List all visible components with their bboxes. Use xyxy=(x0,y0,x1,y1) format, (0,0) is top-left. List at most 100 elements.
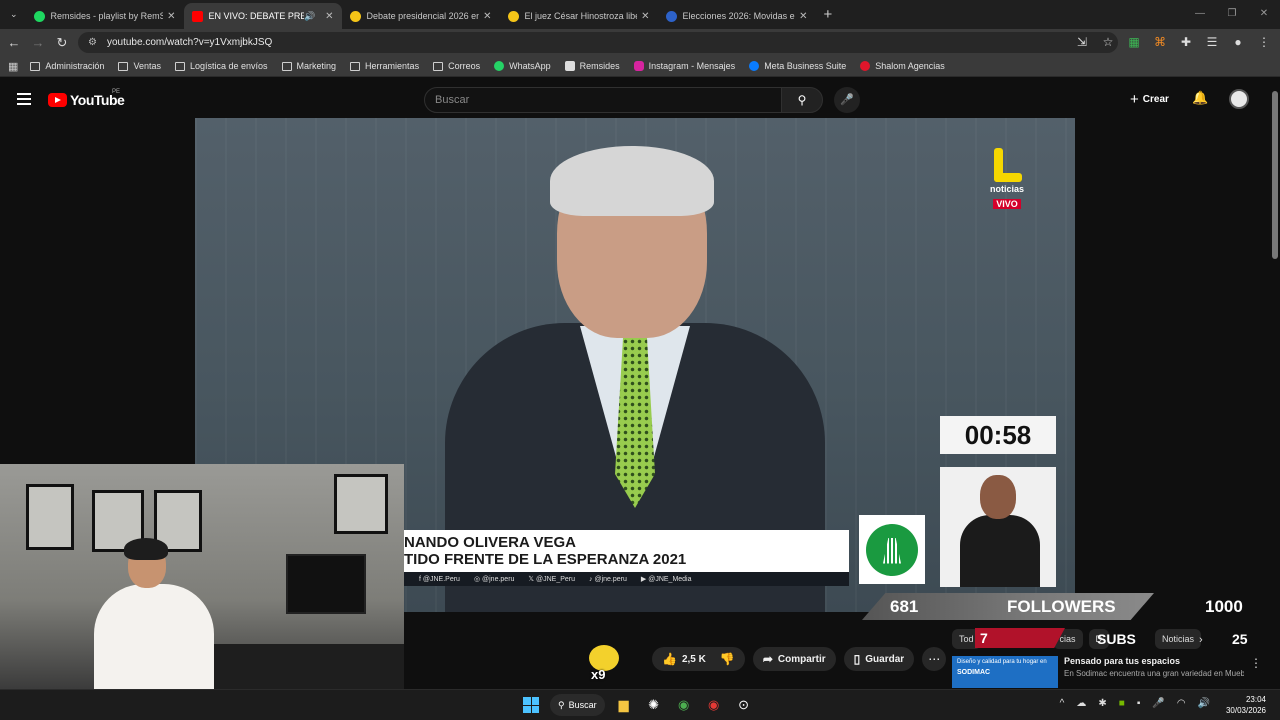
extension-icons: ⇲ ☆ ▦ ⌘ ✚ ☰ ● ⋮ xyxy=(1074,34,1272,50)
windows-taskbar: ⚲ Buscar ▆ ✺ ◉ ◉ ⊙ ^ ☁ ✱ ■ ▪ 🎤 ◠ 🔊 23:04 … xyxy=(0,689,1280,720)
install-app-icon[interactable]: ⇲ xyxy=(1074,34,1090,50)
microphone-icon[interactable]: 🎤 xyxy=(1152,698,1164,709)
chevron-right-icon[interactable]: › xyxy=(1199,634,1203,646)
close-tab-icon[interactable]: ✕ xyxy=(483,11,491,22)
bookmark-folder[interactable]: Correos xyxy=(433,61,480,71)
speaker-icon[interactable]: 🔊 xyxy=(304,11,315,22)
tab-elecciones[interactable]: Elecciones 2026: Movidas en la ✕ xyxy=(658,3,816,29)
tab-list-chevron-icon[interactable]: ⌄ xyxy=(10,9,18,20)
voice-search-button[interactable]: 🎤 xyxy=(834,87,860,113)
bookmark-star-icon[interactable]: ☆ xyxy=(1100,34,1116,50)
kebab-menu-icon[interactable]: ⋮ xyxy=(1256,34,1272,50)
volume-icon[interactable]: 🔊 xyxy=(1198,698,1210,709)
youtube-logo[interactable]: YouTube PE xyxy=(48,89,125,108)
notifications-bell-icon[interactable]: 🔔 xyxy=(1192,90,1208,106)
nvidia-icon[interactable]: ■ xyxy=(1119,698,1125,709)
channel-logo-text: noticias xyxy=(989,184,1024,194)
chrome-profile-icon[interactable]: ◉ xyxy=(703,694,725,716)
more-actions-icon[interactable]: ⋯ xyxy=(922,647,947,671)
create-button[interactable]: + Crear xyxy=(1130,91,1169,108)
bookmark-instagram[interactable]: Instagram - Mensajes xyxy=(633,61,735,71)
bookmark-folder[interactable]: Herramientas xyxy=(350,61,419,71)
sponsored-ad[interactable]: Diseño y calidad para tu hogar en SODIMA… xyxy=(952,656,1262,688)
followers-label: FOLLOWERS xyxy=(1007,597,1116,616)
taskbar-search[interactable]: ⚲ Buscar xyxy=(550,694,605,716)
start-button[interactable] xyxy=(520,694,542,716)
meta-icon xyxy=(749,61,760,71)
tab-spotify[interactable]: Remsides - playlist by RemSide ✕ xyxy=(26,3,184,29)
taskbar-clock[interactable]: 23:04 30/03/2026 xyxy=(1226,694,1266,716)
video-actions: 👍 2,5 K 👎 ➦ Compartir ▯ Guardar ⋯ xyxy=(652,647,947,671)
back-arrow-icon[interactable]: ← xyxy=(2,35,26,50)
close-tab-icon[interactable]: ✕ xyxy=(799,11,807,22)
bookmark-label: Marketing xyxy=(296,61,337,71)
bookmark-folder[interactable]: Administración xyxy=(30,61,104,71)
reading-list-icon[interactable]: ☰ xyxy=(1204,34,1220,50)
shalom-icon xyxy=(860,61,871,71)
streamer-hair xyxy=(124,538,168,560)
tab-juez[interactable]: El juez César Hinostroza liberó ✕ xyxy=(500,3,658,29)
new-tab-plus-icon[interactable]: + xyxy=(824,6,833,23)
tray-chevron-up-icon[interactable]: ^ xyxy=(1060,698,1065,709)
taskbar-search-label: Buscar xyxy=(568,700,597,710)
bookmark-label: Correos xyxy=(448,61,481,71)
hair-shape xyxy=(550,146,714,216)
thumbs-up-icon[interactable]: 👍 xyxy=(662,652,677,666)
bookmark-folder[interactable]: Marketing xyxy=(281,61,337,71)
maximize-icon[interactable]: ❐ xyxy=(1216,0,1248,28)
tab-youtube-live[interactable]: EN VIVO: DEBATE PRESIDE 🔊 ✕ xyxy=(183,3,342,29)
tab-debate[interactable]: Debate presidencial 2026 en la ✕ xyxy=(342,3,500,29)
onedrive-icon[interactable]: ☁ xyxy=(1076,698,1086,709)
instagram-handle: ◎ @jne.peru xyxy=(473,576,515,583)
bookmark-meta[interactable]: Meta Business Suite xyxy=(749,61,846,71)
chatgpt-icon[interactable]: ✺ xyxy=(643,694,665,716)
bookmark-folder[interactable]: Ventas xyxy=(118,61,161,71)
ad-image[interactable]: Diseño y calidad para tu hogar en SODIMA… xyxy=(952,656,1058,688)
search-input[interactable]: Buscar xyxy=(424,87,782,113)
chrome-icon[interactable]: ◉ xyxy=(673,694,695,716)
close-tab-icon[interactable]: ✕ xyxy=(325,11,333,22)
scrollbar-thumb[interactable] xyxy=(1272,91,1278,259)
tab-title: Elecciones 2026: Movidas en la xyxy=(682,11,796,21)
signer-body xyxy=(960,515,1040,587)
page-scrollbar[interactable] xyxy=(1270,81,1280,720)
file-explorer-icon[interactable]: ▆ xyxy=(613,694,635,716)
app-icon[interactable]: ⊙ xyxy=(733,694,755,716)
ad-menu-icon[interactable]: ⋮ xyxy=(1250,656,1262,688)
chip-noticias[interactable]: Noticias xyxy=(1155,629,1202,649)
sheets-extension-icon[interactable]: ▦ xyxy=(1126,34,1142,50)
forward-arrow-icon[interactable]: → xyxy=(26,35,50,50)
news-site-icon xyxy=(665,10,677,22)
url-bar[interactable]: ⚙ youtube.com/watch?v=y1VxmjbkJSQ xyxy=(78,32,1118,53)
bookmark-folder[interactable]: Logística de envíos xyxy=(174,61,268,71)
close-tab-icon[interactable]: ✕ xyxy=(641,11,649,22)
share-arrow-icon: ➦ xyxy=(762,652,773,666)
bookmark-shalom[interactable]: Shalom Agencias xyxy=(860,61,945,71)
minimize-icon[interactable]: — xyxy=(1184,0,1216,28)
handle-text: @JNE.Peru xyxy=(422,575,460,583)
handle-text: @jne.peru xyxy=(482,576,515,583)
ad-text[interactable]: Pensado para tus espacios En Sodimac enc… xyxy=(1064,656,1244,688)
apps-grid-icon[interactable]: ▦ xyxy=(8,60,18,73)
share-button[interactable]: ➦ Compartir xyxy=(752,647,836,671)
site-info-icon[interactable]: ⚙ xyxy=(88,37,97,48)
account-avatar[interactable] xyxy=(1229,89,1249,109)
wifi-icon[interactable]: ◠ xyxy=(1177,698,1186,709)
tab-title: EN VIVO: DEBATE PRESIDE xyxy=(208,11,304,21)
bookmark-remsides[interactable]: Remsides xyxy=(564,61,620,71)
like-dislike-button[interactable]: 👍 2,5 K 👎 xyxy=(652,647,745,671)
close-tab-icon[interactable]: ✕ xyxy=(167,11,175,22)
bookmark-label: Administración xyxy=(45,61,105,71)
hamburger-menu-icon[interactable] xyxy=(17,93,31,108)
extension-icon[interactable]: ⌘ xyxy=(1152,34,1168,50)
thumbs-down-icon[interactable]: 👎 xyxy=(720,652,735,666)
search-button[interactable]: ⚲ xyxy=(781,87,823,113)
reload-icon[interactable]: ↻ xyxy=(50,35,74,51)
save-button[interactable]: ▯ Guardar xyxy=(843,647,915,671)
puzzle-icon[interactable]: ✚ xyxy=(1178,34,1194,50)
close-window-icon[interactable]: ✕ xyxy=(1248,0,1280,28)
bookmark-whatsapp[interactable]: WhatsApp xyxy=(494,61,551,71)
profile-avatar-icon[interactable]: ● xyxy=(1230,34,1246,50)
bluetooth-icon[interactable]: ✱ xyxy=(1098,698,1106,709)
tray-app-icon[interactable]: ▪ xyxy=(1137,698,1141,709)
